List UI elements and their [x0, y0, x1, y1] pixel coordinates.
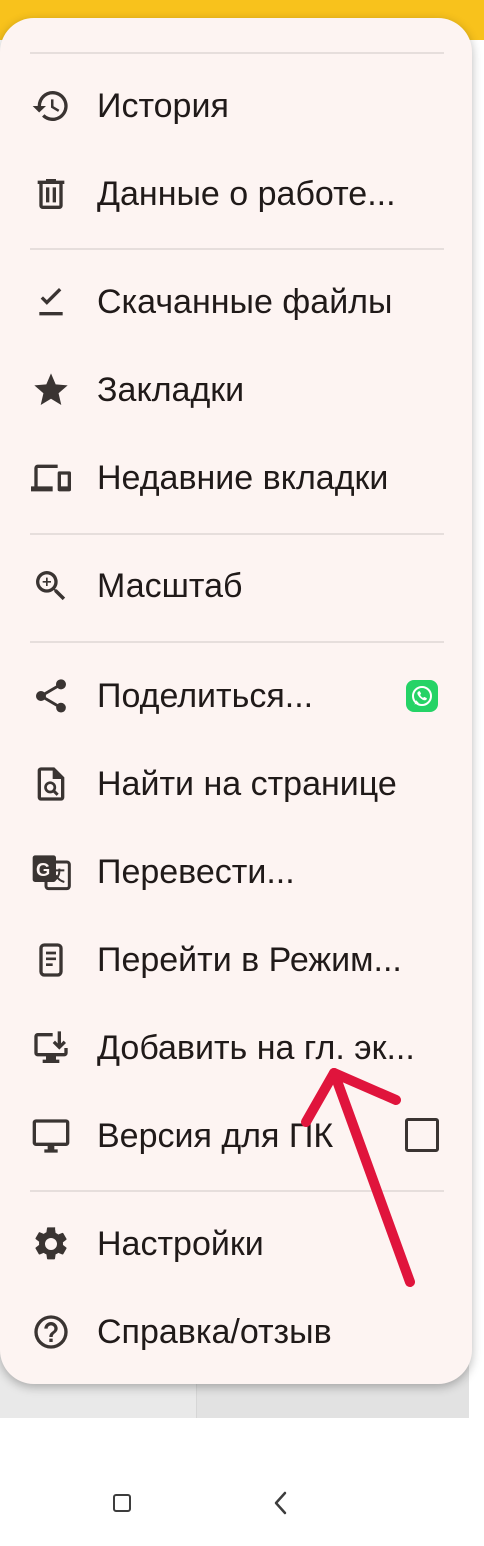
menu-item-label: Версия для ПК — [97, 1117, 334, 1155]
desktop-site-checkbox[interactable] — [405, 1118, 439, 1152]
menu-item-add-to-home[interactable]: Добавить на гл. эк... — [0, 1006, 472, 1090]
svg-text:G: G — [36, 859, 50, 880]
menu-item-label: Поделиться... — [97, 677, 314, 715]
document-icon — [30, 939, 72, 981]
menu-divider — [30, 533, 444, 535]
trash-icon — [30, 173, 72, 215]
menu-item-label: Данные о работе... — [97, 175, 396, 213]
menu-divider — [30, 641, 444, 643]
menu-item-label: Добавить на гл. эк... — [97, 1029, 415, 1067]
menu-item-label: Недавние вкладки — [97, 459, 389, 497]
history-icon — [30, 85, 72, 127]
help-circle-icon — [30, 1311, 72, 1353]
menu-item-share[interactable]: Поделиться... — [0, 654, 472, 738]
back-chevron-icon[interactable] — [270, 1490, 290, 1516]
menu-divider — [30, 248, 444, 250]
menu-item-label: Найти на странице — [97, 765, 397, 803]
recents-square-icon[interactable] — [113, 1494, 131, 1512]
menu-item-label: Справка/отзыв — [97, 1313, 332, 1351]
star-icon — [30, 369, 72, 411]
menu-item-clear-data[interactable]: Данные о работе... — [0, 152, 472, 236]
menu-item-zoom[interactable]: Масштаб — [0, 544, 472, 628]
menu-item-desktop-site[interactable]: Версия для ПК — [0, 1094, 472, 1178]
menu-divider — [30, 1190, 444, 1192]
menu-item-label: История — [97, 87, 229, 125]
menu-item-label: Настройки — [97, 1225, 264, 1263]
menu-item-label: Закладки — [97, 371, 245, 409]
zoom-in-icon — [30, 565, 72, 607]
menu-item-label: Масштаб — [97, 567, 243, 605]
menu-item-help[interactable]: Справка/отзыв — [0, 1290, 472, 1374]
overflow-menu: История Данные о работе... Скачанные фай… — [0, 18, 472, 1384]
menu-divider — [30, 52, 444, 54]
menu-item-translate[interactable]: G Перевести... — [0, 830, 472, 914]
menu-item-recent-tabs[interactable]: Недавние вкладки — [0, 436, 472, 520]
menu-item-bookmarks[interactable]: Закладки — [0, 348, 472, 432]
find-in-page-icon — [30, 763, 72, 805]
menu-item-settings[interactable]: Настройки — [0, 1202, 472, 1286]
menu-item-reader-mode[interactable]: Перейти в Режим... — [0, 918, 472, 1002]
download-check-icon — [30, 281, 72, 323]
menu-item-downloads[interactable]: Скачанные файлы — [0, 260, 472, 344]
translate-icon: G — [30, 851, 72, 893]
monitor-icon — [30, 1115, 72, 1157]
menu-item-label: Перевести... — [97, 853, 295, 891]
menu-item-label: Скачанные файлы — [97, 283, 393, 321]
menu-item-find-in-page[interactable]: Найти на странице — [0, 742, 472, 826]
gear-icon — [30, 1223, 72, 1265]
share-icon — [30, 675, 72, 717]
system-navigation-bar — [0, 1460, 484, 1546]
install-desktop-icon — [30, 1027, 72, 1069]
menu-item-label: Перейти в Режим... — [97, 941, 402, 979]
whatsapp-icon[interactable] — [406, 680, 438, 712]
menu-item-history[interactable]: История — [0, 64, 472, 148]
devices-icon — [30, 457, 72, 499]
